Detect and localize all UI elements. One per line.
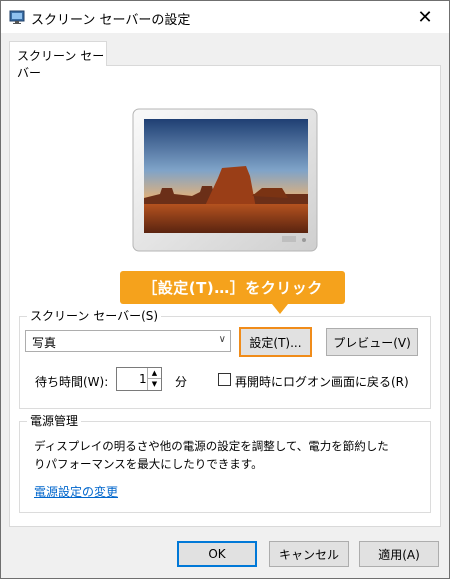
ok-button[interactable]: OK [177,541,257,567]
cancel-button[interactable]: キャンセル [269,541,349,567]
display-settings-icon [9,10,25,24]
monitor-preview [132,108,318,252]
tab-panel: ［設定(T)…］をクリック スクリーン セーバー(S) 写真 ∨ 設定(T)..… [9,65,441,527]
window-title: スクリーン セーバーの設定 [31,13,191,28]
tab-screensaver[interactable]: スクリーン セーバー [9,41,107,80]
wait-time-stepper[interactable]: 1 ▲ ▼ [116,367,162,391]
close-icon: ✕ [417,6,433,28]
screensaver-select-value: 写真 [32,336,57,350]
title-bar: スクリーン セーバーの設定 ✕ [1,1,449,33]
screensaver-settings-window: スクリーン セーバーの設定 ✕ スクリーン セーバー ［設定(T)…］をクリック… [0,0,450,579]
power-settings-link[interactable]: 電源設定の変更 [34,483,118,500]
decrement-icon[interactable]: ▼ [147,379,161,390]
settings-button[interactable]: 設定(T)... [239,327,312,357]
close-button[interactable]: ✕ [403,1,447,33]
instruction-callout: ［設定(T)…］をクリック [120,271,345,304]
resume-logon-label[interactable]: 再開時にログオン画面に戻る(R) [235,373,409,390]
power-group-label: 電源管理 [27,414,82,428]
power-description-line2: りパフォーマンスを最大にしたりできます。 [34,457,263,471]
callout-pointer [272,304,288,314]
apply-button[interactable]: 適用(A) [359,541,439,567]
preview-button[interactable]: プレビュー(V) [326,328,418,356]
chevron-down-icon: ∨ [218,334,226,345]
screensaver-select[interactable]: 写真 ∨ [25,330,231,352]
screensaver-group-label: スクリーン セーバー(S) [27,309,162,323]
power-description-line1: ディスプレイの明るさや他の電源の設定を調整して、電力を節約した [34,439,389,453]
resume-logon-checkbox[interactable] [218,373,231,386]
wait-time-value: 1 [139,372,147,386]
wait-time-label: 待ち時間(W): [35,375,109,389]
increment-icon[interactable]: ▲ [147,368,161,379]
wait-time-unit: 分 [175,375,188,389]
